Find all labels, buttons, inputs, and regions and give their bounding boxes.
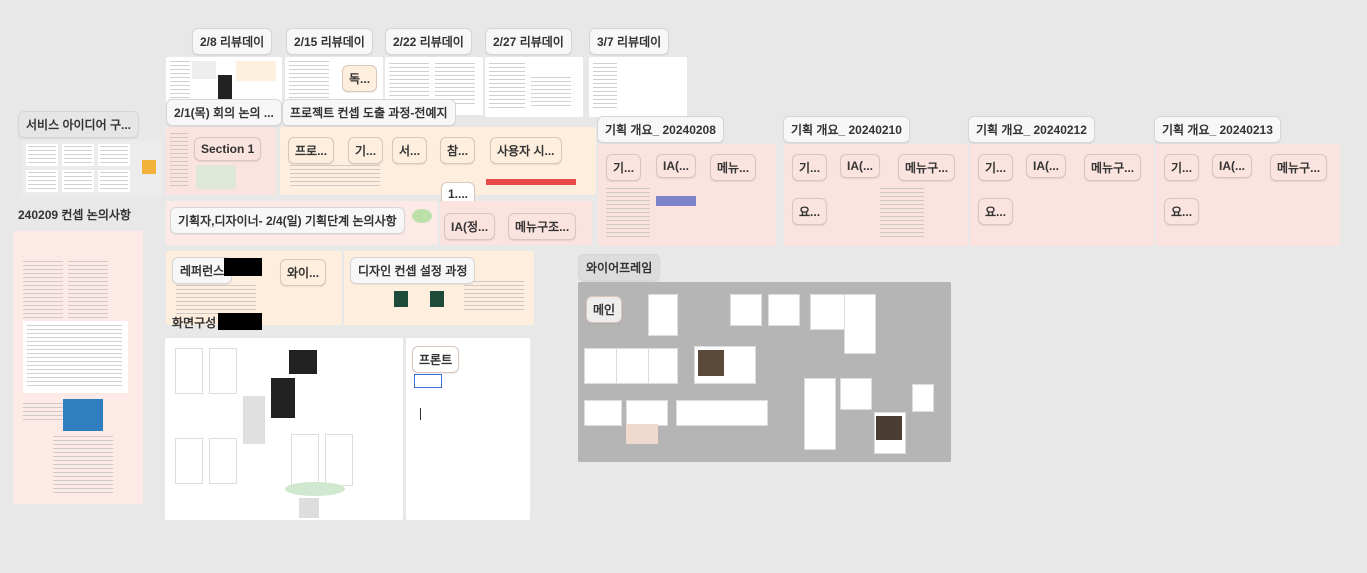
- front-tag[interactable]: 프론트: [412, 346, 460, 373]
- review-frame-0307[interactable]: [589, 57, 687, 117]
- plan-0212-tag-4[interactable]: 요...: [978, 198, 1014, 225]
- menu-structure-tag[interactable]: 메뉴구조...: [508, 213, 577, 240]
- project-tag[interactable]: 프로...: [288, 137, 335, 164]
- red-highlight-bar: [486, 179, 576, 185]
- ia-tag[interactable]: IA(정...: [444, 213, 496, 240]
- plan-section-0213[interactable]: 기... IA(... 메뉴구... 요...: [1156, 144, 1340, 246]
- plan-0213-tag-2[interactable]: IA(...: [1212, 154, 1252, 178]
- doc-tag[interactable]: 독...: [342, 65, 378, 92]
- wireframe-section[interactable]: 메인: [578, 282, 951, 462]
- main-tag[interactable]: 메인: [586, 296, 623, 323]
- ia-section[interactable]: IA(정... 메뉴구조...: [440, 201, 592, 245]
- plan-0210-tag-3[interactable]: 메뉴구...: [898, 154, 956, 181]
- plan-0208-tag-1[interactable]: 기...: [606, 154, 642, 181]
- meeting-section-title[interactable]: 2/1(목) 회의 논의 ...: [166, 99, 282, 126]
- reference-tag[interactable]: 참...: [440, 137, 476, 164]
- plan-0213-tag-3[interactable]: 메뉴구...: [1270, 154, 1328, 181]
- review-frame-0227[interactable]: [485, 57, 583, 117]
- idea-section-title[interactable]: 서비스 아이디어 구...: [18, 111, 139, 138]
- review-label-0208[interactable]: 2/8 리뷰데이: [192, 28, 273, 55]
- plan-0212-tag-2[interactable]: IA(...: [1026, 154, 1066, 178]
- plan-0210-tag-2[interactable]: IA(...: [840, 154, 880, 178]
- user-scenario-tag[interactable]: 사용자 시...: [490, 137, 562, 164]
- plan-title-0208[interactable]: 기획 개요_ 20240208: [597, 116, 724, 143]
- blue-screenshot: [63, 399, 103, 431]
- meeting-section[interactable]: Section 1: [166, 127, 276, 195]
- sticky-note: [142, 160, 156, 174]
- project-section-title[interactable]: 프로젝트 컨셉 도출 과정-전예지: [282, 99, 456, 126]
- section-1-tag[interactable]: Section 1: [194, 137, 262, 161]
- screen-section[interactable]: [165, 338, 403, 520]
- review-label-0227[interactable]: 2/27 리뷰데이: [485, 28, 572, 55]
- plan-0213-tag-4[interactable]: 요...: [1164, 198, 1200, 225]
- plan-0213-tag-1[interactable]: 기...: [1164, 154, 1200, 181]
- design-concept-title[interactable]: 디자인 컨셉 설정 과정: [350, 257, 476, 284]
- project-section[interactable]: 프로... 기... 서... 참... 사용자 시...: [280, 127, 596, 195]
- redacted-block-2: [218, 313, 262, 330]
- plan-title-0213[interactable]: 기획 개요_ 20240213: [1154, 116, 1281, 143]
- review-label-0215[interactable]: 2/15 리뷰데이: [286, 28, 373, 55]
- plan-section-0208[interactable]: 기... IA(... 메뉴...: [598, 144, 776, 246]
- plan-tag[interactable]: 기...: [348, 137, 384, 164]
- wireframe-small-tag[interactable]: 와이...: [280, 259, 327, 286]
- wireframe-section-title[interactable]: 와이어프레임: [578, 254, 661, 281]
- plan-0208-tag-2[interactable]: IA(...: [656, 154, 696, 178]
- review-label-0222[interactable]: 2/22 리뷰데이: [385, 28, 472, 55]
- service-tag[interactable]: 서...: [392, 137, 428, 164]
- plan-title-0212[interactable]: 기획 개요_ 20240212: [968, 116, 1095, 143]
- plan-0208-tag-3[interactable]: 메뉴...: [710, 154, 757, 181]
- redacted-block: [224, 258, 262, 276]
- screen-section-title[interactable]: 화면구성: [172, 314, 216, 331]
- plan-section-0212[interactable]: 기... IA(... 메뉴구... 요...: [970, 144, 1154, 246]
- plan-0212-tag-1[interactable]: 기...: [978, 154, 1014, 181]
- plan-0212-tag-3[interactable]: 메뉴구...: [1084, 154, 1142, 181]
- plan-0210-tag-4[interactable]: 요...: [792, 198, 828, 225]
- front-section[interactable]: 프론트: [406, 338, 530, 520]
- plan-title-0210[interactable]: 기획 개요_ 20240210: [783, 116, 910, 143]
- review-label-0307[interactable]: 3/7 리뷰데이: [589, 28, 670, 55]
- concept-section-title[interactable]: 240209 컨셉 논의사항: [18, 206, 131, 223]
- plan-0210-tag-1[interactable]: 기...: [792, 154, 828, 181]
- plan-section-0210[interactable]: 기... IA(... 메뉴구... 요...: [784, 144, 968, 246]
- concept-section[interactable]: [13, 231, 143, 504]
- planner-section-title[interactable]: 기획자,디자이너- 2/4(일) 기획단계 논의사항: [170, 207, 405, 234]
- idea-section[interactable]: [22, 140, 162, 196]
